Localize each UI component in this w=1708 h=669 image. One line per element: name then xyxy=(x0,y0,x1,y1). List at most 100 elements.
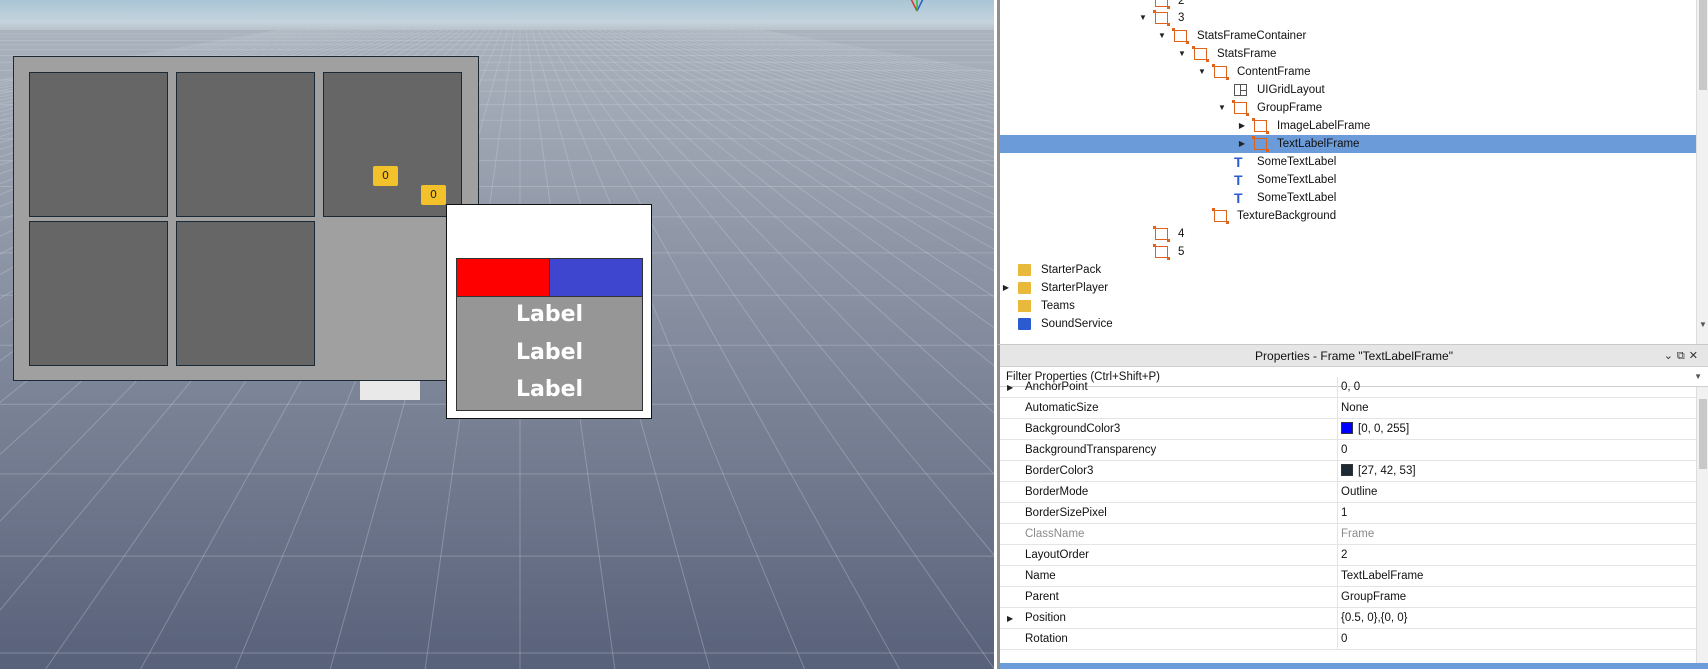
tree-item[interactable]: ▼ StatsFrame xyxy=(1000,45,1697,63)
property-row[interactable]: Parent GroupFrame xyxy=(1000,587,1696,608)
property-row[interactable]: AutomaticSize None xyxy=(1000,398,1696,419)
property-value[interactable]: Frame xyxy=(1341,524,1374,545)
scrollbar-thumb[interactable] xyxy=(1699,399,1707,469)
slot-2[interactable] xyxy=(176,72,315,217)
property-value[interactable]: 0 xyxy=(1341,629,1347,650)
panel-controls: ⌄⧉✕ xyxy=(1664,345,1702,367)
property-row[interactable]: BackgroundTransparency 0 xyxy=(1000,440,1696,461)
tree-item[interactable]: StarterPack xyxy=(1000,261,1697,279)
color-swatch[interactable] xyxy=(1341,464,1353,476)
property-row[interactable]: BorderMode Outline xyxy=(1000,482,1696,503)
color-swatch[interactable] xyxy=(1341,422,1353,434)
tree-item[interactable]: ▼ 3 xyxy=(1000,9,1697,27)
count-badge: 0 xyxy=(373,166,398,186)
column-divider[interactable] xyxy=(1337,566,1338,587)
3d-viewport[interactable]: 0 0 Label Label Label xyxy=(0,0,994,669)
chevron-down-icon[interactable]: ⌄ xyxy=(1664,350,1677,362)
property-value[interactable]: Outline xyxy=(1341,482,1377,503)
column-divider[interactable] xyxy=(1337,524,1338,545)
tree-item[interactable]: ▼ GroupFrame xyxy=(1000,99,1697,117)
group-frame[interactable]: Label Label Label xyxy=(456,258,643,411)
property-value[interactable]: 2 xyxy=(1341,545,1347,566)
caret-right-icon[interactable]: ▶ xyxy=(1001,279,1011,297)
tree-item[interactable]: ▼ ContentFrame xyxy=(1000,63,1697,81)
tree-item[interactable]: ▼ StatsFrameContainer xyxy=(1000,27,1697,45)
tree-item[interactable]: ▶ StarterPlayer xyxy=(1000,279,1697,297)
property-row[interactable]: BorderColor3 [27, 42, 53] xyxy=(1000,461,1696,482)
property-value[interactable]: 0, 0 xyxy=(1341,377,1360,398)
column-divider[interactable] xyxy=(1337,629,1338,650)
scroll-down-icon[interactable]: ▼ xyxy=(1697,319,1708,331)
column-divider[interactable] xyxy=(1337,482,1338,503)
tree-item[interactable]: T SomeTextLabel xyxy=(1000,189,1697,207)
selected-row-strip xyxy=(1000,663,1708,669)
explorer-scrollbar[interactable]: ▼ xyxy=(1696,0,1708,344)
textlabel-icon: T xyxy=(1234,190,1243,206)
slot-4[interactable] xyxy=(29,221,168,366)
text-label: Label xyxy=(515,340,584,365)
group-frame-popup[interactable]: Label Label Label xyxy=(446,204,652,419)
property-row[interactable]: Name TextLabelFrame xyxy=(1000,566,1696,587)
caret-down-icon[interactable]: ▼ xyxy=(1157,27,1167,45)
column-divider[interactable] xyxy=(1337,545,1338,566)
property-value[interactable]: TextLabelFrame xyxy=(1341,566,1423,587)
tree-item-label: StarterPack xyxy=(1041,264,1102,276)
starterpack-icon xyxy=(1018,264,1031,276)
slot-1[interactable] xyxy=(29,72,168,217)
caret-right-icon[interactable]: ▶ xyxy=(1007,377,1013,398)
tree-item[interactable]: ▶ ImageLabelFrame xyxy=(1000,117,1697,135)
property-row[interactable]: BorderSizePixel 1 xyxy=(1000,503,1696,524)
property-row[interactable]: Rotation 0 xyxy=(1000,629,1696,650)
property-value[interactable]: 1 xyxy=(1341,503,1347,524)
property-row[interactable]: LayoutOrder 2 xyxy=(1000,545,1696,566)
column-divider[interactable] xyxy=(1337,587,1338,608)
property-value[interactable]: 0 xyxy=(1341,440,1347,461)
column-divider[interactable] xyxy=(1337,503,1338,524)
tree-item-label: 5 xyxy=(1178,246,1185,258)
explorer-panel[interactable]: 2 ▼ 3 ▼ StatsFrameContainer ▼ StatsFrame ▼ Conte… xyxy=(997,0,1708,344)
tree-item[interactable]: SoundService xyxy=(1000,315,1697,333)
column-divider[interactable] xyxy=(1337,419,1338,440)
tree-item[interactable]: T SomeTextLabel xyxy=(1000,153,1697,171)
tree-item[interactable]: TextureBackground xyxy=(1000,207,1697,225)
properties-panel[interactable]: Properties - Frame "TextLabelFrame" ⌄⧉✕ … xyxy=(997,344,1708,669)
column-divider[interactable] xyxy=(1337,377,1338,398)
undock-icon[interactable]: ⧉ xyxy=(1677,350,1689,362)
tree-item[interactable]: UIGridLayout xyxy=(1000,81,1697,99)
part-block[interactable] xyxy=(360,380,420,400)
property-value[interactable]: [0, 0, 255] xyxy=(1341,419,1409,440)
properties-title: Properties - Frame "TextLabelFrame" xyxy=(1255,349,1453,363)
stats-frame-panel[interactable]: 0 0 xyxy=(13,56,479,381)
column-divider[interactable] xyxy=(1337,440,1338,461)
property-row[interactable]: BackgroundColor3 [0, 0, 255] xyxy=(1000,419,1696,440)
properties-scrollbar[interactable] xyxy=(1696,387,1708,669)
caret-right-icon[interactable]: ▶ xyxy=(1007,608,1013,629)
slot-3[interactable]: 0 0 xyxy=(323,72,462,217)
property-row[interactable]: ClassName Frame xyxy=(1000,524,1696,545)
caret-right-icon[interactable]: ▶ xyxy=(1237,117,1247,135)
column-divider[interactable] xyxy=(1337,398,1338,419)
property-value[interactable]: None xyxy=(1341,398,1369,419)
property-row[interactable]: ▶ Position {0.5, 0},{0, 0} xyxy=(1000,608,1696,629)
close-icon[interactable]: ✕ xyxy=(1689,350,1702,362)
tree-item[interactable]: Teams xyxy=(1000,297,1697,315)
column-divider[interactable] xyxy=(1337,461,1338,482)
caret-down-icon[interactable]: ▼ xyxy=(1177,45,1187,63)
caret-right-icon[interactable]: ▶ xyxy=(1237,135,1247,153)
caret-down-icon[interactable]: ▼ xyxy=(1217,99,1227,117)
slot-5[interactable] xyxy=(176,221,315,366)
property-row[interactable]: ▶ AnchorPoint 0, 0 xyxy=(1000,377,1696,398)
caret-down-icon[interactable]: ▼ xyxy=(1197,63,1207,81)
property-value[interactable]: GroupFrame xyxy=(1341,587,1406,608)
scrollbar-thumb[interactable] xyxy=(1699,0,1707,90)
column-divider[interactable] xyxy=(1337,608,1338,629)
property-value[interactable]: [27, 42, 53] xyxy=(1341,461,1416,482)
caret-down-icon[interactable]: ▼ xyxy=(1138,9,1148,27)
property-value[interactable]: {0.5, 0},{0, 0} xyxy=(1341,608,1408,629)
tree-item[interactable]: T SomeTextLabel xyxy=(1000,171,1697,189)
text-label-frame[interactable] xyxy=(550,259,642,297)
tree-item[interactable]: 5 xyxy=(1000,243,1697,261)
image-label-frame[interactable] xyxy=(457,259,550,297)
tree-item[interactable]: 4 xyxy=(1000,225,1697,243)
tree-item[interactable]: ▶ TextLabelFrame xyxy=(1000,135,1697,153)
